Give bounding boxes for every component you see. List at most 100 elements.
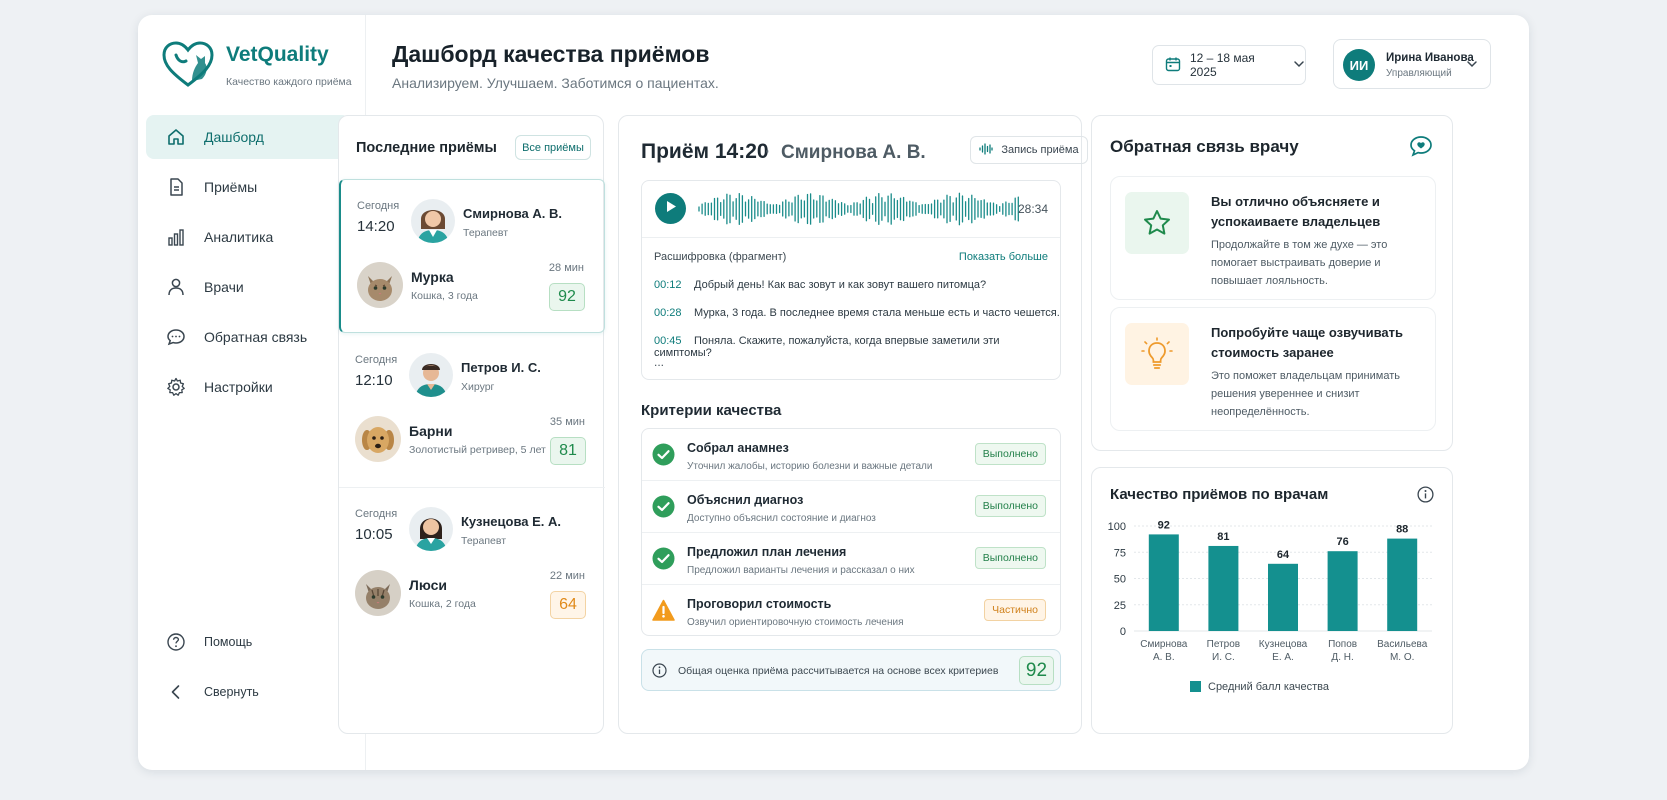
bar[interactable] (1268, 563, 1298, 631)
appointment-item[interactable]: Сегодня 14:20 Смирнова А. В. Терапевт Му… (339, 179, 605, 333)
audio-waveform[interactable] (697, 191, 1022, 227)
chevron-down-icon (1293, 58, 1305, 73)
calendar-icon (1165, 56, 1181, 75)
criteria-item: Собрал анамнез Уточнил жалобы, историю б… (642, 429, 1060, 481)
audio-wave-icon (979, 142, 994, 158)
x-tick-label: И. С. (1212, 652, 1235, 663)
recording-button[interactable]: Запись приёма (970, 136, 1088, 164)
star-icon (1125, 192, 1189, 254)
transcript-line: 00:12 Добрый день! Как вас зовут и как зо… (654, 279, 986, 291)
sidebar-item-label: Аналитика (204, 229, 274, 245)
logo: VetQuality Качество каждого приёма (162, 41, 352, 91)
x-tick-label: А. В. (1153, 652, 1175, 663)
sidebar: VetQuality Качество каждого приёма Дашбо… (138, 15, 366, 770)
feedback-item-text: Это поможет владельцам принимать решения… (1211, 370, 1400, 418)
bar[interactable] (1148, 534, 1179, 631)
criteria-title: Критерии качества (641, 402, 782, 419)
criteria-description: Озвучил ориентировочную стоимость лечени… (687, 617, 904, 628)
feedback-card: Обратная связь врачу Вы отлично объясняе… (1091, 115, 1453, 451)
pet-name: Барни (409, 423, 453, 439)
all-appointments-button[interactable]: Все приёмы (515, 135, 591, 160)
appointment-day: Сегодня (357, 200, 400, 212)
pet-photo (355, 570, 401, 616)
y-tick-label: 25 (1114, 600, 1126, 612)
appointment-detail-card: Приём 14:20 · Смирнова А. В. Запись приё… (618, 115, 1088, 734)
recent-appointments-title: Последние приёмы (356, 140, 497, 156)
appointment-item[interactable]: Сегодня 12:10 Петров И. С. Хирург Барни … (339, 334, 605, 488)
transcript-timestamp[interactable]: 00:45 (654, 335, 694, 347)
lightbulb-icon (1125, 323, 1189, 385)
legend-label: Средний балл качества (1208, 681, 1330, 693)
page-title: Дашборд качества приёмов (392, 41, 710, 67)
sidebar-item-settings[interactable]: Настройки (146, 365, 350, 409)
status-badge: Выполнено (974, 547, 1046, 569)
brand-tagline: Качество каждого приёма (226, 76, 352, 88)
total-score: 92 (1019, 656, 1054, 685)
sidebar-item-label: Помощь (204, 635, 253, 649)
doctor-name: Кузнецова Е. А. (461, 514, 562, 529)
feedback-item-title: Попробуйте чаще озвучивать стоимость зар… (1211, 325, 1403, 360)
sidebar-item-appointments[interactable]: Приёмы (146, 165, 350, 209)
show-more-link[interactable]: Показать больше (959, 251, 1048, 263)
pet-photo (355, 416, 401, 462)
sidebar-item-feedback[interactable]: Обратная связь (146, 315, 350, 359)
sidebar-item-dashboard[interactable]: Дашборд (146, 115, 350, 159)
sidebar-item-doctors[interactable]: Врачи (146, 265, 350, 309)
x-tick-label: Е. А. (1272, 652, 1294, 663)
transcript-ellipsis: ... (654, 355, 665, 369)
sidebar-item-collapse[interactable]: Свернуть (146, 670, 350, 714)
legend-swatch (1190, 681, 1201, 692)
sidebar-bottom: Помощь Свернуть (146, 620, 350, 720)
score-badge: 92 (549, 283, 585, 311)
doctor-avatar (409, 353, 453, 397)
bar[interactable] (1387, 538, 1418, 631)
transcript-timestamp[interactable]: 00:28 (654, 307, 694, 319)
criteria-description: Предложил варианты лечения и рассказал о… (687, 565, 915, 576)
bar[interactable] (1327, 551, 1358, 631)
x-tick-label: М. О. (1390, 652, 1414, 663)
doctor-quality-chart-card: Качество приёмов по врачам 0 25 50 75 100 92 С… (1091, 467, 1453, 734)
pet-description: Кошка, 3 года (411, 290, 478, 302)
sidebar-item-analytics[interactable]: Аналитика (146, 215, 350, 259)
criteria-name: Проговорил стоимость (687, 597, 832, 611)
status-badge: Частично (984, 599, 1046, 621)
criteria-item: Проговорил стоимость Озвучил ориентирово… (642, 585, 1060, 637)
recording-button-label: Запись приёма (1001, 144, 1079, 156)
doctor-avatar (409, 507, 453, 551)
chat-heart-icon[interactable] (1409, 135, 1433, 162)
appointment-item[interactable]: Сегодня 10:05 Кузнецова Е. А. Терапевт Л… (339, 488, 605, 642)
check-circle-icon (652, 547, 675, 570)
play-button[interactable] (655, 193, 686, 224)
transcript-line: 00:28 Мурка, 3 года. В последнее время ст… (654, 307, 1060, 319)
appointment-time: 12:10 (355, 372, 393, 389)
doctor-name: Смирнова А. В. (463, 206, 563, 221)
recent-appointments-card: Последние приёмы Все приёмы Сегодня 14:2… (338, 115, 605, 734)
pet-name: Мурка (411, 269, 454, 285)
sidebar-item-label: Приёмы (204, 179, 258, 195)
chevron-left-icon (164, 680, 188, 704)
brand-name: VetQuality (226, 43, 329, 66)
x-tick-label: Попов (1328, 639, 1357, 650)
document-icon (164, 175, 188, 199)
chat-icon (164, 325, 188, 349)
x-tick-label: Васильева (1377, 639, 1428, 650)
criteria-name: Собрал анамнез (687, 441, 789, 455)
feedback-title: Обратная связь врачу (1110, 137, 1299, 156)
sidebar-item-help[interactable]: Помощь (146, 620, 350, 664)
audio-duration: 28:34 (1017, 202, 1048, 216)
transcript-timestamp[interactable]: 00:12 (654, 279, 694, 291)
x-tick-label: Петров (1207, 639, 1240, 650)
appointment-day: Сегодня (355, 354, 398, 366)
user-menu[interactable]: ИИ Ирина Иванова Управляющий (1333, 39, 1491, 89)
appointment-duration: 28 мин (548, 262, 584, 274)
appointment-time: 14:20 (357, 218, 395, 235)
doctor-name: Петров И. С. (461, 360, 541, 375)
logo-icon (162, 41, 214, 87)
bar[interactable] (1208, 545, 1239, 631)
criteria-description: Уточнил жалобы, историю болезни и важные… (687, 461, 933, 472)
appointment-title: Приём 14:20 (641, 140, 769, 163)
date-range-picker[interactable]: 12 – 18 мая 2025 (1152, 45, 1306, 85)
feedback-item: Попробуйте чаще озвучивать стоимость зар… (1110, 307, 1436, 431)
transcript-text: Добрый день! Как вас зовут и как зовут в… (694, 279, 987, 291)
transcript-label: Расшифровка (фрагмент) (654, 251, 787, 263)
